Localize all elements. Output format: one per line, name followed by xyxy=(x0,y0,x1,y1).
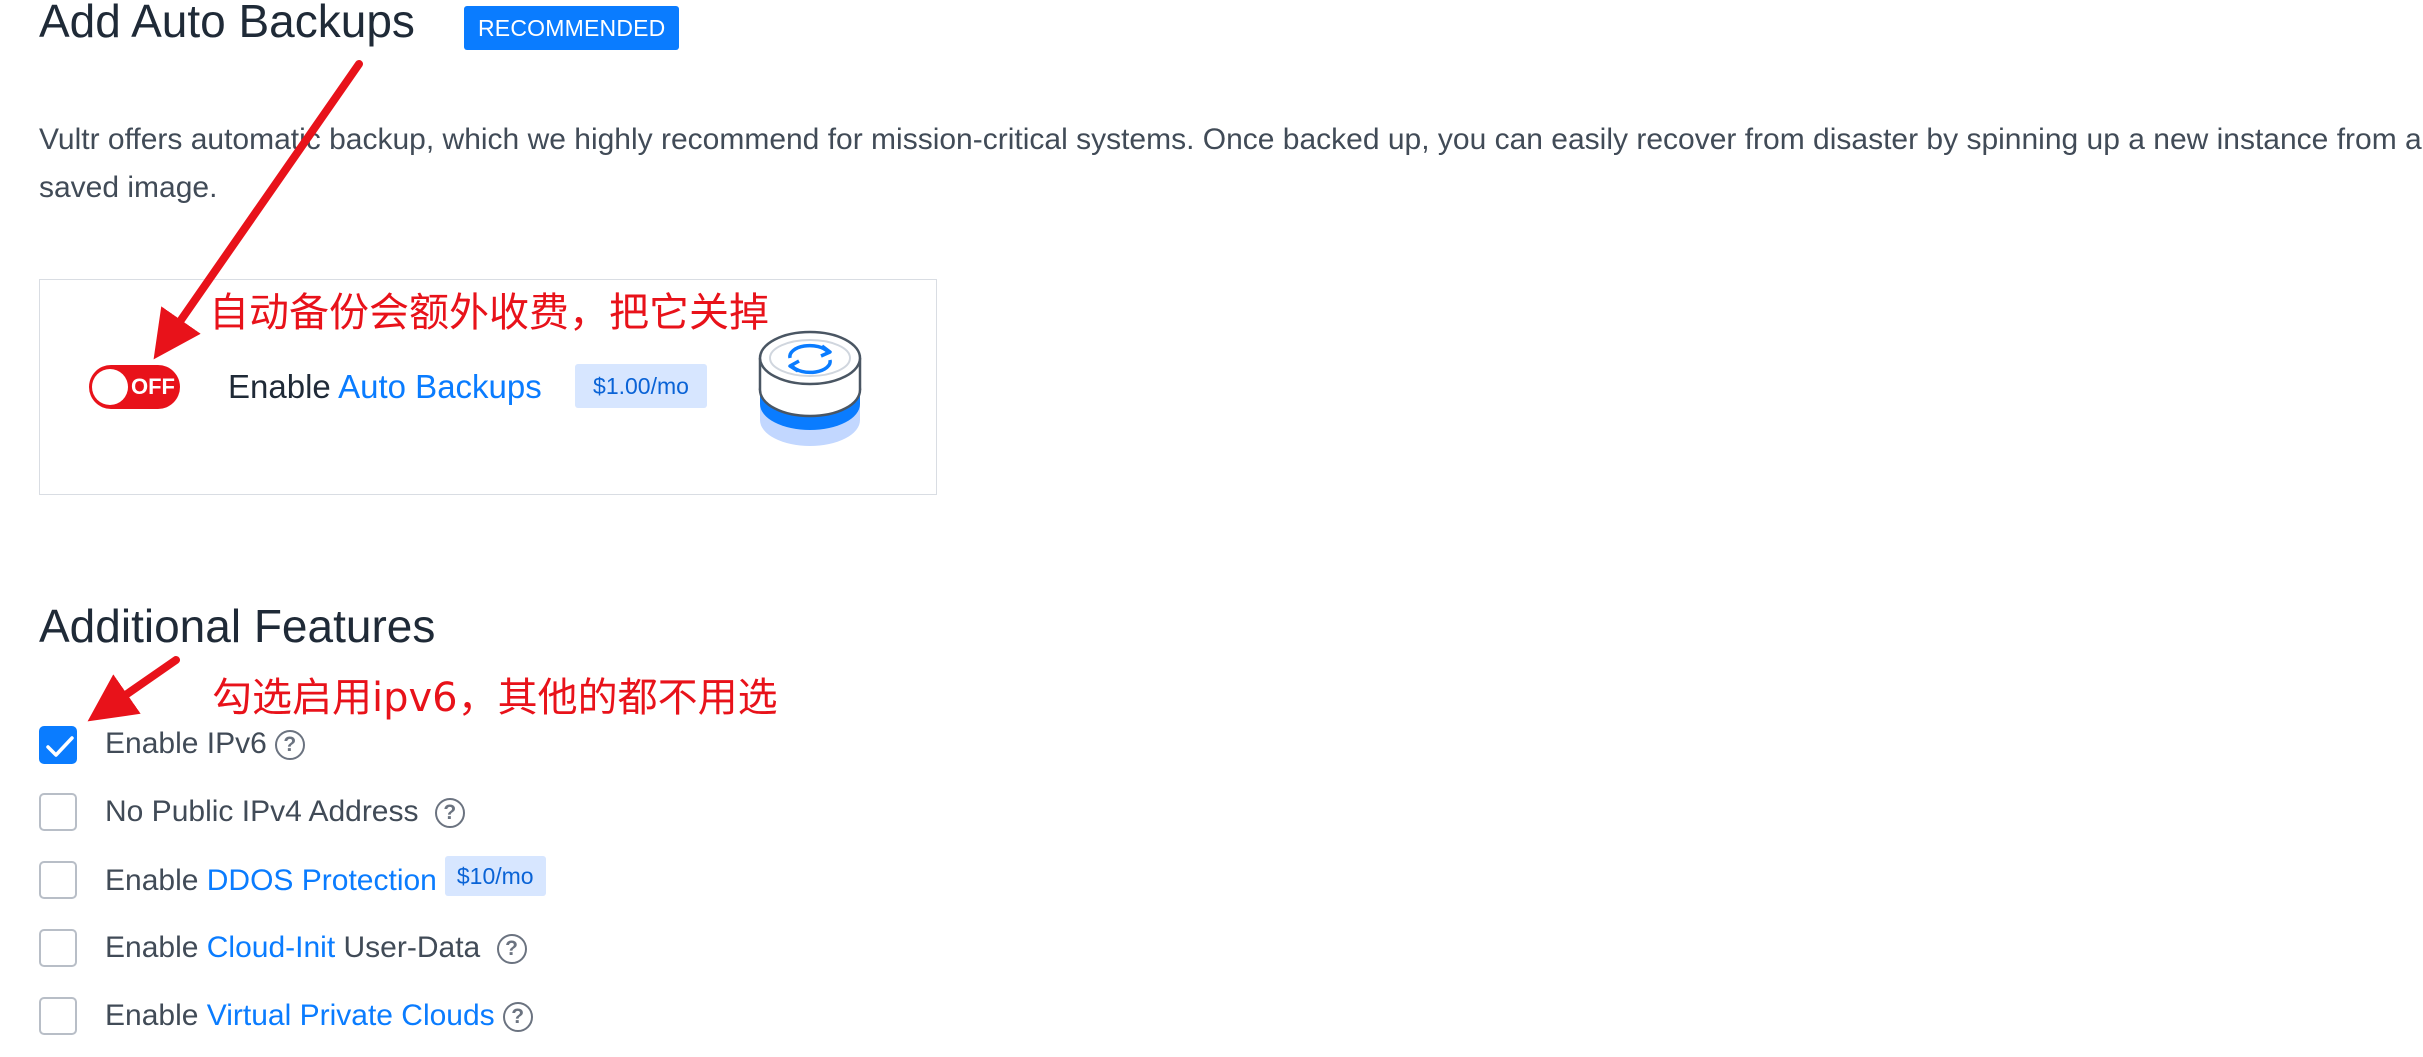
enable-prefix: Enable xyxy=(228,368,331,405)
cloud-init-link[interactable]: Cloud-Init xyxy=(207,931,335,964)
enable-ipv6-text: Enable IPv6 xyxy=(105,727,267,760)
recommended-badge: RECOMMENDED xyxy=(464,6,680,50)
help-icon[interactable]: ? xyxy=(502,1002,533,1033)
auto-backups-price-badge: $1.00/mo xyxy=(575,364,707,408)
vpc-label: Enable Virtual Private Clouds? xyxy=(105,992,533,1040)
cloud-init-label: Enable Cloud-Init User-Data ? xyxy=(105,924,527,972)
auto-backups-heading: Add Auto Backups xyxy=(39,0,415,47)
no-public-ipv4-label: No Public IPv4 Address ? xyxy=(105,788,465,836)
ipv6-arrow xyxy=(87,656,180,722)
ddos-protection-checkbox[interactable] xyxy=(39,861,77,899)
ddos-protection-link[interactable]: DDOS Protection xyxy=(207,864,437,897)
enable-auto-backups-label: Enable Auto Backups xyxy=(228,363,542,411)
additional-features-heading: Additional Features xyxy=(39,600,436,652)
help-icon[interactable]: ? xyxy=(274,730,305,761)
checkmark-icon xyxy=(46,736,74,757)
toggle-knob xyxy=(92,369,128,405)
ddos-protection-label: Enable DDOS Protection $10/mo xyxy=(105,856,546,905)
ddos-price-badge: $10/mo xyxy=(444,856,546,896)
no-public-ipv4-checkbox[interactable] xyxy=(39,793,77,831)
ipv6-annotation: 勾选启用ipv6，其他的都不用选 xyxy=(212,675,778,721)
ddos-enable-prefix: Enable xyxy=(105,864,199,897)
auto-backups-toggle[interactable]: OFF xyxy=(89,365,180,409)
enable-ipv6-label: Enable IPv6? xyxy=(105,720,305,768)
help-icon[interactable]: ? xyxy=(434,798,465,829)
auto-backups-annotation: 自动备份会额外收费，把它关掉 xyxy=(209,290,769,336)
toggle-state-label: OFF xyxy=(131,374,175,399)
auto-backups-link[interactable]: Auto Backups xyxy=(338,368,542,405)
backups-description-line-2: saved image. xyxy=(39,171,218,204)
help-icon[interactable]: ? xyxy=(496,934,527,965)
enable-ipv6-checkbox[interactable] xyxy=(39,726,77,764)
cloud-init-suffix: User-Data xyxy=(343,931,481,964)
vpc-link[interactable]: Virtual Private Clouds xyxy=(207,999,495,1032)
cloud-init-enable-prefix: Enable xyxy=(105,931,199,964)
no-public-ipv4-text: No Public IPv4 Address xyxy=(105,795,419,828)
cloud-init-checkbox[interactable] xyxy=(39,929,77,967)
backups-description: Vultr offers automatic backup, which we … xyxy=(39,116,2423,212)
vpc-checkbox[interactable] xyxy=(39,997,77,1035)
vpc-enable-prefix: Enable xyxy=(105,999,199,1032)
backups-description-line-1: Vultr offers automatic backup, which we … xyxy=(39,123,2422,156)
backup-disk-icon xyxy=(758,330,862,446)
